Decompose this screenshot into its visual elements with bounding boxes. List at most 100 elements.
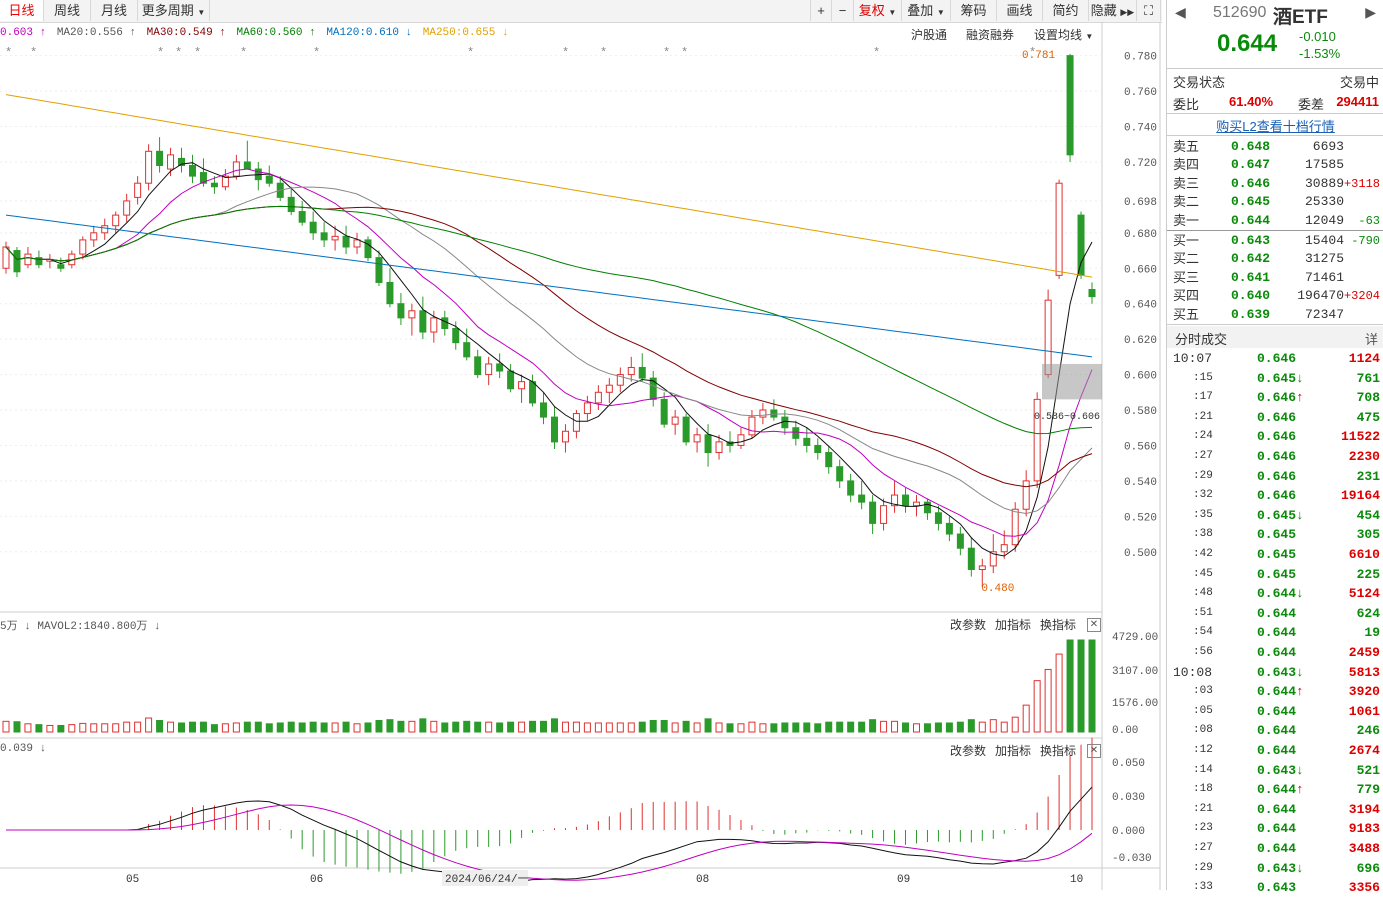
macd-add-indicator[interactable]: 加指标 <box>995 742 1031 759</box>
volume-bar <box>112 723 120 733</box>
marker-icon: * <box>240 46 247 60</box>
tick-time: :03 <box>1193 685 1213 698</box>
candle-body <box>287 196 295 213</box>
arrow-up-icon: ↑ <box>1296 390 1304 406</box>
price-tick-label: 0.660 <box>1124 264 1157 276</box>
tick-time: :17 <box>1193 391 1213 404</box>
volume-bar <box>814 723 822 733</box>
candle-body <box>134 182 142 198</box>
kline-svg[interactable]: 0.780 0.760 0.740 0.720 0.698 0.680 0.660 0.640… <box>0 0 1162 890</box>
book-volume: 72347 <box>1304 306 1344 322</box>
candle-body <box>540 402 548 418</box>
marker-icon: * <box>663 46 670 60</box>
close-icon[interactable]: ✕ <box>1087 618 1101 632</box>
book-change: -63 <box>1358 213 1380 228</box>
quote-sidebar: ◀ 512690 酒ETF ▶ 0.644 -0.010 -1.53% 交易状态… <box>1166 0 1383 895</box>
tick-price: 0.645 <box>1257 527 1297 543</box>
close-icon[interactable]: ✕ <box>1087 744 1101 758</box>
tick-price: 0.644 <box>1257 625 1297 641</box>
book-level-label: 买二 <box>1173 251 1200 267</box>
tick-volume: 231 <box>1356 468 1380 484</box>
macd-change-params[interactable]: 改参数 <box>950 742 986 759</box>
candle-body <box>825 452 833 468</box>
next-stock-icon[interactable]: ▶ <box>1365 4 1376 21</box>
volume-bar <box>156 720 164 733</box>
candle-body <box>803 437 811 446</box>
high-annotation: 0.781 <box>1022 50 1055 62</box>
prev-stock-icon[interactable]: ◀ <box>1175 4 1186 21</box>
volume-bar <box>836 721 844 733</box>
ma120-line <box>5 214 1093 358</box>
candle-body <box>441 317 449 329</box>
ticks-detail-button[interactable]: 详 <box>1365 329 1378 348</box>
tick-price: 0.646 <box>1257 449 1297 464</box>
candle-body <box>507 370 515 390</box>
candle-body <box>737 434 745 446</box>
book-price: 0.643 <box>1231 233 1271 248</box>
macd-switch-indicator[interactable]: 换指标 <box>1040 742 1076 759</box>
candle-body <box>792 427 800 439</box>
tick-volume: 225 <box>1356 566 1380 582</box>
candle-body <box>298 211 306 223</box>
tick-volume: 2674 <box>1348 743 1380 758</box>
volume-bar <box>199 721 207 733</box>
volume-bar <box>463 720 471 733</box>
order-book-row: 卖四 0.647 17585 <box>1173 156 1380 174</box>
tick-price: 0.643↓ <box>1257 762 1304 778</box>
book-level-label: 卖三 <box>1173 175 1200 191</box>
tick-price: 0.646 <box>1257 351 1297 366</box>
volume-bar <box>1000 721 1008 733</box>
volume-bar <box>858 721 866 733</box>
vol-switch-indicator[interactable]: 换指标 <box>1040 616 1076 633</box>
tick-price: 0.644↑ <box>1257 782 1304 798</box>
volume-bar <box>123 721 131 733</box>
volume-bar <box>1011 716 1019 733</box>
marker-icon: * <box>194 46 201 60</box>
candle-body <box>243 161 251 170</box>
tick-price: 0.644 <box>1257 645 1297 660</box>
volume-bar <box>770 723 778 733</box>
tick-volume: 454 <box>1356 507 1380 523</box>
l2-upgrade-link[interactable]: 购买L2查看十档行情 <box>1167 116 1383 135</box>
tick-row: :51 0.644 624 <box>1173 604 1380 624</box>
candle-body <box>847 480 855 496</box>
volume-bar <box>2 720 10 733</box>
ma5-line <box>5 162 1093 557</box>
volume-bar <box>353 723 361 733</box>
candle-body <box>408 310 416 319</box>
tick-row: :54 0.644 19 <box>1173 623 1380 643</box>
tick-price: 0.646 <box>1257 409 1297 425</box>
candle-body <box>945 522 953 535</box>
candle-body <box>397 303 405 319</box>
x-tick-label: 06 <box>310 874 323 886</box>
volume-bar <box>178 722 186 733</box>
tick-time: :29 <box>1193 469 1213 482</box>
marker-icon: * <box>467 46 474 60</box>
volume-bar <box>46 724 54 733</box>
tick-row: :29 0.643↓ 696 <box>1173 859 1380 879</box>
tick-price: 0.644 <box>1257 801 1297 817</box>
volume-bar <box>561 721 569 733</box>
book-price: 0.645 <box>1231 194 1271 210</box>
tick-price: 0.646↑ <box>1257 390 1304 406</box>
volume-bar <box>90 723 98 733</box>
kline-chart-area[interactable]: 日线 周线 月线 更多周期 ▼ + − 复权 ▼ 叠加 ▼ 筹码 画线 简约 隐… <box>0 0 1162 890</box>
tick-time: :35 <box>1193 508 1213 521</box>
volume-bar <box>13 721 21 733</box>
tick-time: :42 <box>1193 548 1213 560</box>
volume-bar <box>1088 639 1096 733</box>
order-book-row: 买五 0.639 72347 <box>1173 306 1380 324</box>
order-book-row: 买一 0.643 15404 -790 <box>1173 232 1380 250</box>
volume-bar <box>869 719 877 733</box>
vol-change-params[interactable]: 改参数 <box>950 616 986 633</box>
vol-add-indicator[interactable]: 加指标 <box>995 616 1031 633</box>
volume-bar <box>57 724 65 733</box>
candle-body <box>320 232 328 241</box>
volume-bar <box>540 720 548 733</box>
tick-row: :15 0.645↓ 761 <box>1173 369 1380 389</box>
tick-row: :17 0.646↑ 708 <box>1173 388 1380 408</box>
candle-body <box>627 366 635 376</box>
tick-volume: 3194 <box>1348 801 1380 817</box>
volume-bar <box>265 723 273 733</box>
candle-body <box>1066 55 1074 156</box>
